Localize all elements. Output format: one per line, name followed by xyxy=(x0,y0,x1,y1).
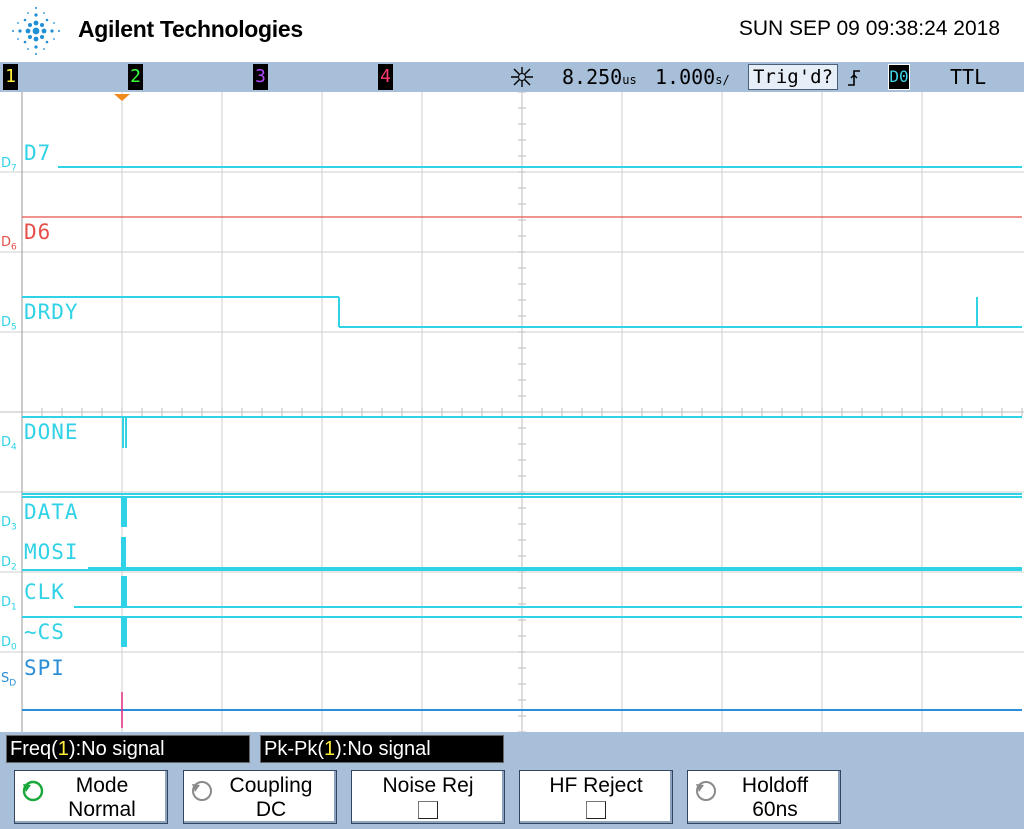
mode-softkey[interactable]: Mode Normal xyxy=(14,770,168,824)
channel-badge-mosi: D2 xyxy=(1,555,17,573)
trigger-status-button[interactable]: Trig'd? xyxy=(748,64,838,90)
channel-4-indicator[interactable]: 4 xyxy=(378,64,393,90)
measurement-bar: Freq(1):No signal Pk-Pk(1):No signal xyxy=(0,732,1024,766)
channel-label-clk[interactable]: CLK xyxy=(24,580,65,604)
channel-label-drdy[interactable]: DRDY xyxy=(24,300,79,324)
channel-badge-spi: SD xyxy=(1,671,17,689)
channel-2-indicator[interactable]: 2 xyxy=(128,64,143,90)
measurement-frequency[interactable]: Freq(1):No signal xyxy=(6,735,250,763)
channel-label-done[interactable]: DONE xyxy=(24,420,79,444)
trace-clk-burst xyxy=(121,576,127,607)
channel-label-d7[interactable]: D7 xyxy=(24,141,51,165)
channel-label-d6[interactable]: D6 xyxy=(24,220,51,244)
channel-label-data[interactable]: DATA xyxy=(24,500,79,524)
channel-badge-d7: D7 xyxy=(1,156,17,174)
softkey-bar: Mode Normal Coupling DC Noise Rej HF Rej… xyxy=(0,766,1024,829)
channel-badge-data: D3 xyxy=(1,515,17,533)
acquisition-star-icon xyxy=(511,67,533,87)
channel-badge-clk: D1 xyxy=(1,595,17,613)
holdoff-softkey[interactable]: Holdoff 60ns xyxy=(687,770,841,824)
channel-badge-d6: D6 xyxy=(1,235,17,253)
trigger-position-marker xyxy=(114,94,130,101)
time-position[interactable]: 8.250us xyxy=(562,64,637,93)
coupling-softkey[interactable]: Coupling DC xyxy=(183,770,337,824)
title-bar: Agilent Technologies SUN SEP 09 09:38:24… xyxy=(0,0,1024,62)
rising-edge-icon xyxy=(848,70,860,86)
channel-label-mosi[interactable]: MOSI xyxy=(24,540,79,564)
brand-name: Agilent Technologies xyxy=(78,16,303,42)
trace-cs-burst xyxy=(121,617,127,647)
channel-3-indicator[interactable]: 3 xyxy=(253,64,268,90)
waveform-grid xyxy=(0,92,1024,732)
channel-badge-ncs: D0 xyxy=(1,635,17,653)
measurement-pk-pk[interactable]: Pk-Pk(1):No signal xyxy=(260,735,504,763)
noise-reject-checkbox[interactable] xyxy=(418,801,438,819)
trigger-source[interactable]: D0 xyxy=(888,64,910,90)
agilent-spark-logo-icon xyxy=(12,7,60,55)
logic-threshold[interactable]: TTL xyxy=(950,64,986,90)
trace-data-burst xyxy=(121,497,127,527)
channel-label-ncs[interactable]: ~CS xyxy=(24,620,65,644)
channel-badge-drdy: D5 xyxy=(1,315,17,333)
channel-1-indicator[interactable]: 1 xyxy=(3,64,18,90)
hf-reject-softkey[interactable]: HF Reject xyxy=(519,770,673,824)
trace-mosi-burst xyxy=(121,537,126,568)
status-bar: 1 2 3 4 8.250us 1.000s/ Trig'd? D0 TTL xyxy=(0,62,1024,92)
time-base[interactable]: 1.000s/ xyxy=(655,64,730,93)
channel-badge-done: D4 xyxy=(1,435,17,453)
channel-label-spi[interactable]: SPI xyxy=(24,656,65,680)
hf-reject-checkbox[interactable] xyxy=(586,801,606,819)
waveform-display[interactable]: D7 D7 D6 D6 D5 DRDY D4 DONE D3 DATA D2 MOSI D1 CLK D0 ~… xyxy=(0,92,1024,732)
noise-reject-softkey[interactable]: Noise Rej xyxy=(351,770,505,824)
date-time: SUN SEP 09 09:38:24 2018 xyxy=(738,17,1000,40)
